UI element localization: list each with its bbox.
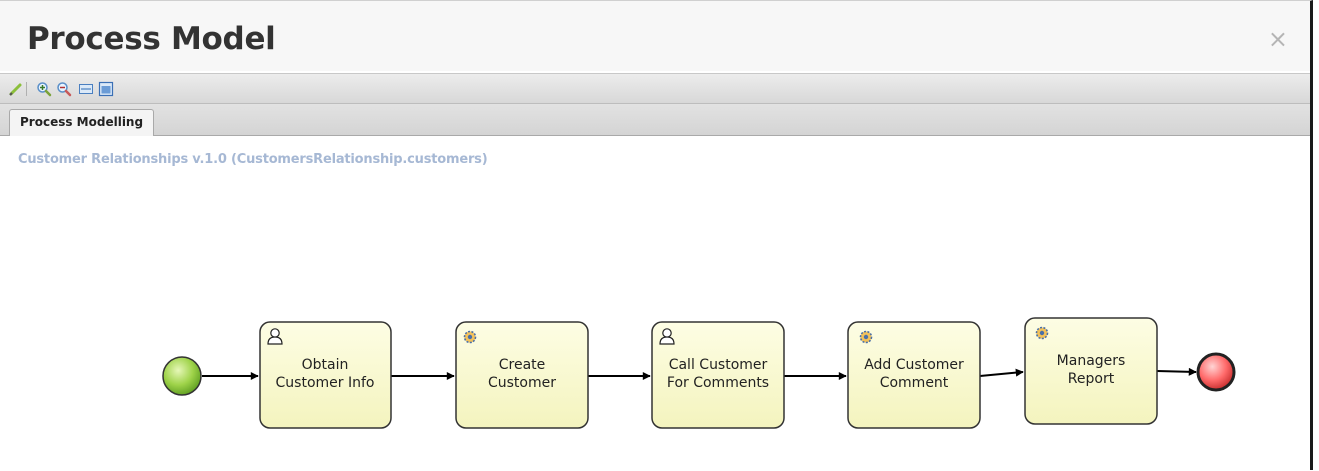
fit-page-icon[interactable] [98, 81, 114, 97]
task-label-line: For Comments [667, 375, 769, 391]
task-label-line: Customer Info [276, 375, 375, 391]
service-task-icon [463, 330, 477, 344]
zoom-in-icon[interactable] [36, 81, 52, 97]
task-add-customer-comment[interactable]: Add Customer Comment [847, 321, 981, 429]
tab-process-modelling[interactable]: Process Modelling [9, 109, 155, 136]
task-label-line: Report [1068, 371, 1115, 387]
task-label-line: Comment [880, 375, 949, 391]
close-icon[interactable]: × [1268, 25, 1288, 53]
service-task-icon [859, 330, 873, 344]
edit-icon[interactable] [8, 81, 24, 97]
task-managers-report[interactable]: Managers Report [1024, 317, 1158, 425]
service-task-icon [1035, 326, 1049, 340]
task-label-line: Call Customer [669, 357, 768, 373]
process-model-dialog: Process Model × Process Modelling Custom… [0, 0, 1313, 471]
task-create-customer[interactable]: Create Customer [455, 321, 589, 429]
task-call-customer-for-comments[interactable]: Call Customer For Comments [651, 321, 785, 429]
zoom-out-icon[interactable] [56, 81, 72, 97]
end-event[interactable] [1196, 352, 1236, 392]
start-event[interactable] [162, 356, 202, 396]
toolbar [0, 73, 1310, 104]
task-label-line: Create [499, 357, 546, 373]
toolbar-separator [26, 82, 27, 96]
dialog-title: Process Model [27, 21, 276, 57]
task-obtain-customer-info[interactable]: Obtain Customer Info [259, 321, 392, 429]
tab-bar: Process Modelling [0, 104, 1310, 136]
task-label-line: Add Customer [864, 357, 964, 373]
task-label-line: Managers [1057, 353, 1126, 369]
dialog-header: Process Model × [0, 1, 1310, 71]
sequence-flow [979, 368, 1024, 377]
sequence-flow [1156, 367, 1197, 376]
process-diagram: Obtain Customer Info Create Customer Cal… [162, 317, 1236, 429]
fit-width-icon[interactable] [78, 81, 94, 97]
diagram-canvas: Customer Relationships v.1.0 (CustomersR… [0, 136, 1310, 471]
task-label-line: Customer [488, 375, 556, 391]
task-label-line: Obtain [302, 357, 349, 373]
